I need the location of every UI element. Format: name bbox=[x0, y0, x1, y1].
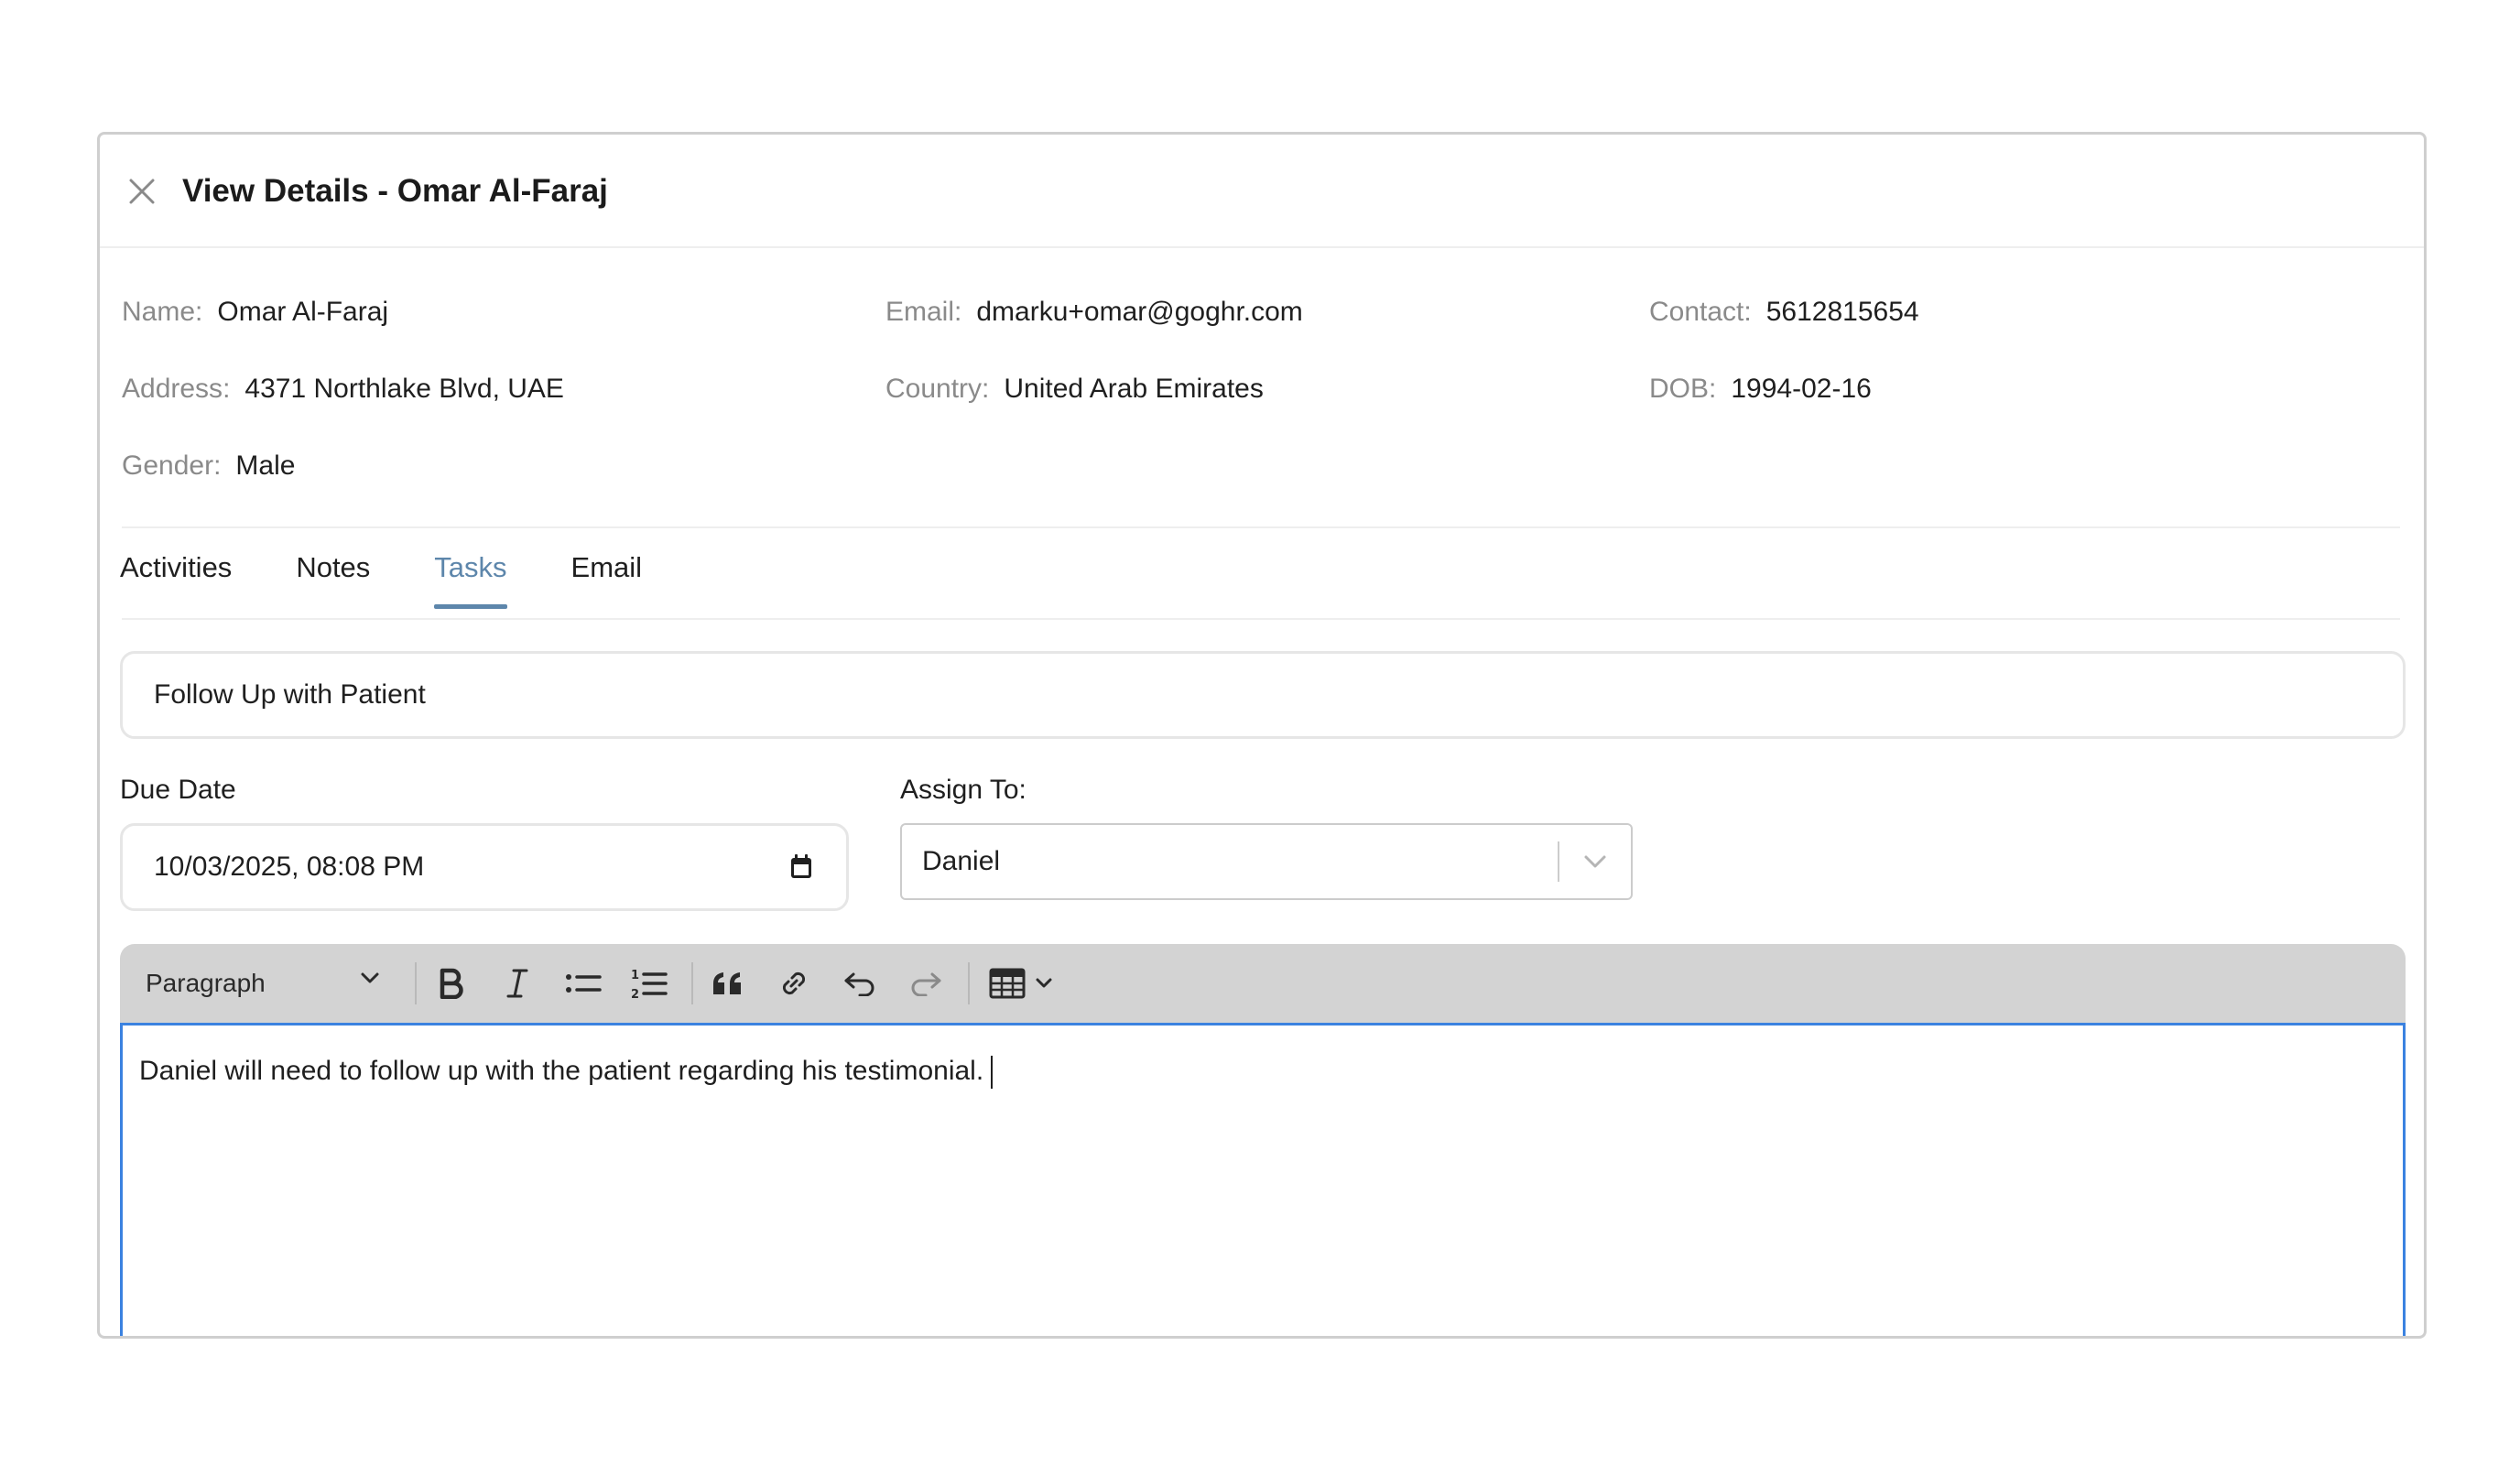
bold-button[interactable] bbox=[429, 961, 473, 1005]
undo-icon bbox=[844, 972, 874, 996]
block-quote-button[interactable] bbox=[706, 961, 750, 1005]
detail-name: Name: Omar Al-Faraj bbox=[122, 297, 389, 327]
text-cursor bbox=[991, 1056, 994, 1090]
bulleted-list-icon bbox=[566, 974, 602, 993]
toolbar-separator bbox=[968, 962, 970, 1004]
editor-toolbar: Paragraph 1 2 bbox=[120, 944, 2406, 1023]
detail-name-label: Name bbox=[122, 297, 196, 327]
detail-email: Email: dmarku+omar@goghr.com bbox=[885, 297, 1303, 327]
detail-country-value: United Arab Emirates bbox=[1004, 374, 1264, 404]
detail-gender-label: Gender bbox=[122, 450, 214, 481]
numbered-list-button[interactable]: 1 2 bbox=[627, 961, 671, 1005]
chevron-down-icon bbox=[1036, 978, 1052, 988]
italic-button[interactable] bbox=[495, 961, 539, 1005]
tab-activities[interactable]: Activities bbox=[120, 526, 232, 609]
close-icon bbox=[129, 179, 155, 204]
detail-address: Address: 4371 Northlake Blvd, UAE bbox=[122, 374, 564, 404]
svg-text:2: 2 bbox=[631, 988, 639, 1000]
assign-to-select[interactable]: Daniel bbox=[900, 823, 1633, 900]
editor-text: Daniel will need to follow up with the p… bbox=[139, 1056, 984, 1086]
numbered-list-icon: 1 2 bbox=[631, 969, 668, 1000]
editor-content[interactable]: Daniel will need to follow up with the p… bbox=[120, 1023, 2406, 1336]
insert-table-button[interactable] bbox=[975, 961, 1067, 1005]
detail-address-value: 4371 Northlake Blvd, UAE bbox=[244, 374, 564, 404]
detail-contact: Contact: 5612815654 bbox=[1649, 297, 1919, 327]
detail-gender: Gender: Male bbox=[122, 450, 296, 481]
tab-email[interactable]: Email bbox=[571, 526, 643, 609]
calendar-icon[interactable] bbox=[788, 853, 815, 881]
table-icon bbox=[989, 968, 1026, 999]
detail-dob-value: 1994-02-16 bbox=[1731, 374, 1872, 404]
bulleted-list-button[interactable] bbox=[561, 961, 605, 1005]
modal-title: View Details - Omar Al-Faraj bbox=[182, 173, 608, 209]
detail-contact-label: Contact bbox=[1649, 297, 1744, 327]
detail-contact-value: 5612815654 bbox=[1765, 297, 1919, 327]
rich-text-editor: Paragraph 1 2 Daniel will need to follow… bbox=[120, 944, 2406, 1336]
bold-icon bbox=[440, 968, 463, 999]
detail-country-label: Country bbox=[885, 374, 983, 404]
toolbar-separator bbox=[691, 962, 693, 1004]
detail-country: Country: United Arab Emirates bbox=[885, 374, 1264, 404]
detail-dob: DOB: 1994-02-16 bbox=[1649, 374, 1872, 404]
italic-icon bbox=[506, 969, 528, 998]
assign-to-value: Daniel bbox=[922, 846, 1001, 876]
tabs-divider bbox=[122, 618, 2400, 620]
tab-tasks[interactable]: Tasks bbox=[434, 526, 507, 609]
assign-to-label: Assign To: bbox=[900, 775, 1026, 805]
modal-header: View Details - Omar Al-Faraj bbox=[100, 135, 2424, 248]
due-date-input[interactable]: 10/03/2025, 08:08 PM bbox=[120, 823, 849, 911]
toolbar-separator bbox=[415, 962, 417, 1004]
close-button[interactable] bbox=[122, 171, 162, 212]
block-quote-icon bbox=[713, 972, 741, 994]
detail-email-label: Email bbox=[885, 297, 955, 327]
redo-button[interactable] bbox=[904, 961, 948, 1005]
link-button[interactable] bbox=[772, 961, 816, 1005]
svg-text:1: 1 bbox=[631, 969, 639, 982]
due-date-value: 10/03/2025, 08:08 PM bbox=[154, 852, 425, 882]
block-format-value: Paragraph bbox=[146, 969, 266, 997]
detail-name-value: Omar Al-Faraj bbox=[217, 297, 389, 327]
chevron-down-icon bbox=[361, 972, 379, 983]
detail-email-value: dmarku+omar@goghr.com bbox=[976, 297, 1303, 327]
tab-bar: Activities Notes Tasks Email bbox=[120, 526, 706, 609]
detail-dob-label: DOB bbox=[1649, 374, 1710, 404]
due-date-label: Due Date bbox=[120, 775, 236, 805]
redo-icon bbox=[911, 972, 941, 996]
link-icon bbox=[782, 971, 806, 995]
task-title-input[interactable] bbox=[120, 651, 2406, 739]
chevron-down-icon[interactable] bbox=[1559, 823, 1631, 900]
undo-button[interactable] bbox=[838, 961, 882, 1005]
block-format-dropdown[interactable]: Paragraph bbox=[120, 944, 395, 1023]
detail-gender-value: Male bbox=[235, 450, 296, 481]
tab-notes[interactable]: Notes bbox=[296, 526, 370, 609]
view-details-modal: View Details - Omar Al-Faraj Name: Omar A… bbox=[97, 132, 2427, 1339]
detail-address-label: Address bbox=[122, 374, 223, 404]
